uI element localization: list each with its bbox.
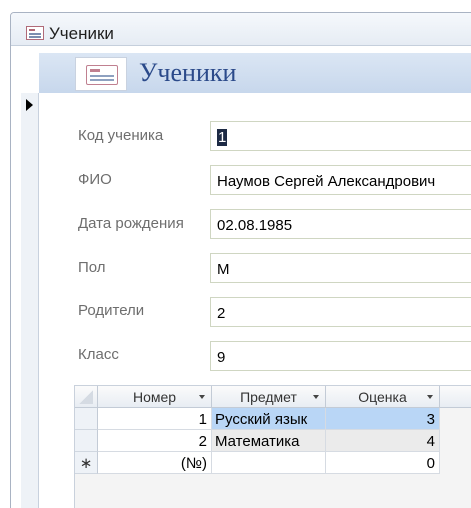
gender-label: Пол [78,259,106,276]
cell-grade[interactable]: 3 [326,408,440,430]
cell-grade[interactable]: 0 [326,452,440,474]
form-tab-title: Ученики [49,24,114,43]
cell-number[interactable]: 1 [98,408,212,430]
sort-dropdown-icon[interactable] [199,395,205,399]
select-all-corner[interactable] [75,386,98,408]
cell-number[interactable]: (№) [98,452,212,474]
form-header-icon [75,57,127,91]
parents-label: Родители [78,302,145,319]
record-selector[interactable] [21,93,39,508]
form-header-title: Ученики [139,58,237,87]
student-id-field[interactable]: 1 [210,121,471,151]
class-label: Класс [78,346,119,363]
column-header-subject[interactable]: Предмет [212,386,326,408]
table-row[interactable]: 2 Математика 4 [75,430,471,452]
form-icon [26,26,44,40]
row-selector[interactable] [75,430,98,452]
cell-number[interactable]: 2 [98,430,212,452]
cell-subject[interactable]: Математика [212,430,326,452]
gender-field[interactable]: М [210,253,471,283]
birth-date-label: Дата рождения [78,215,184,232]
form-window: Ученики Ученики Код ученика 1 ФИО Наумов… [10,12,471,508]
column-header-subject-label: Предмет [240,389,297,405]
cell-subject[interactable]: Русский язык [212,408,326,430]
column-header-number-label: Номер [132,389,177,405]
current-record-arrow-icon [26,99,33,111]
table-row[interactable]: 1 Русский язык 3 [75,408,471,430]
cell-subject[interactable] [212,452,326,474]
cell-grade[interactable]: 4 [326,430,440,452]
full-name-label: ФИО [78,171,112,188]
sort-dropdown-icon[interactable] [313,395,319,399]
class-field[interactable]: 9 [210,341,471,371]
parents-field[interactable]: 2 [210,297,471,327]
new-record-row[interactable]: ∗ (№) 0 [75,452,471,474]
form-tab-title-bar[interactable]: Ученики [11,13,471,46]
full-name-field[interactable]: Наумов Сергей Александрович [210,165,471,195]
birth-date-field[interactable]: 02.08.1985 [210,209,471,239]
column-header-number[interactable]: Номер [98,386,212,408]
form-header: Ученики [39,53,471,93]
row-selector[interactable] [75,408,98,430]
column-header-grade[interactable]: Оценка [326,386,440,408]
grades-subform: Номер Предмет Оценка 1 Русский язык 3 2 … [74,385,471,508]
student-id-label: Код ученика [78,127,164,144]
new-record-icon[interactable]: ∗ [75,452,98,474]
sort-dropdown-icon[interactable] [427,395,433,399]
subform-header: Номер Предмет Оценка [75,386,471,408]
column-header-grade-label: Оценка [358,389,407,405]
